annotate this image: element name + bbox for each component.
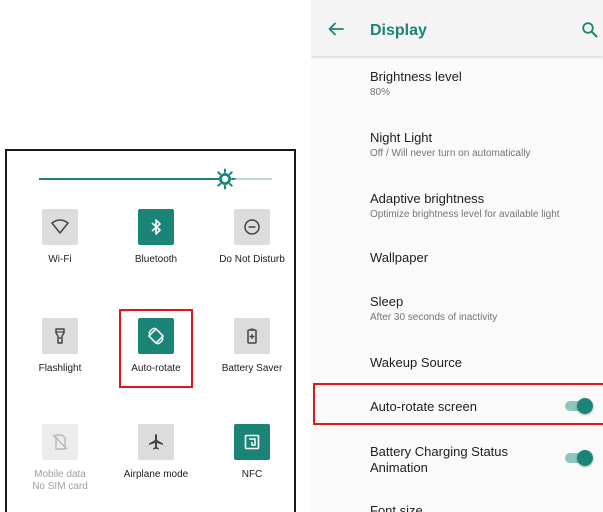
setting-title: Wallpaper — [370, 250, 429, 265]
brightness-track-fill — [39, 178, 226, 180]
bluetooth-icon — [151, 219, 161, 235]
tile-bluetooth-button[interactable] — [138, 209, 174, 245]
setting-font-size[interactable]: Font size — [370, 503, 602, 512]
quick-settings-panel: Wi-Fi Bluetooth Do Not Disturb Flashligh… — [5, 149, 296, 512]
setting-title: Font size — [370, 503, 423, 512]
airplane-icon — [149, 434, 163, 450]
tile-nfc-button[interactable] — [234, 424, 270, 460]
tile-bluetooth-label: Bluetooth — [134, 254, 178, 265]
page-title: Display — [370, 22, 427, 39]
setting-title: Night Light — [370, 130, 433, 145]
brightness-thumb-icon[interactable] — [214, 168, 236, 190]
setting-sleep[interactable]: Sleep After 30 seconds of inactivity — [370, 294, 602, 324]
setting-title: Sleep — [370, 294, 404, 309]
battery-charging-animation-toggle[interactable] — [565, 450, 595, 466]
setting-subtitle: Optimize brightness level for available … — [370, 209, 560, 220]
tile-airplane-mode-button[interactable] — [138, 424, 174, 460]
tile-wifi[interactable]: Wi-Fi — [12, 209, 108, 266]
flashlight-icon — [55, 328, 65, 344]
tile-mobile-data[interactable]: Mobile data No SIM card — [12, 424, 108, 493]
tile-battery-saver[interactable]: Battery Saver — [204, 318, 300, 375]
setting-adaptive-brightness[interactable]: Adaptive brightness Optimize brightness … — [370, 191, 602, 221]
setting-title: Battery Charging Status Animation — [370, 444, 509, 475]
setting-title: Brightness level — [370, 69, 462, 84]
tile-do-not-disturb[interactable]: Do Not Disturb — [204, 209, 300, 266]
battery-saver-icon — [247, 328, 257, 344]
auto-rotate-screen-highlight-box — [313, 383, 603, 425]
search-icon[interactable] — [581, 21, 599, 39]
setting-subtitle: 80% — [370, 87, 391, 98]
tile-mobile-data-button[interactable] — [42, 424, 78, 460]
mobile-data-icon — [52, 434, 68, 450]
setting-title: Adaptive brightness — [370, 191, 485, 206]
setting-subtitle: After 30 seconds of inactivity — [370, 312, 498, 323]
tile-airplane-mode-label: Airplane mode — [123, 469, 189, 480]
do-not-disturb-icon — [244, 219, 260, 235]
setting-subtitle: Off / Will never turn on automatically — [370, 148, 531, 159]
app-bar: Display — [311, 0, 603, 56]
tile-airplane-mode[interactable]: Airplane mode — [108, 424, 204, 481]
setting-title: Wakeup Source — [370, 355, 463, 370]
tile-do-not-disturb-label: Do Not Disturb — [219, 254, 285, 265]
tile-mobile-data-label: Mobile data — [34, 469, 86, 480]
back-arrow-icon[interactable] — [327, 20, 345, 38]
setting-wakeup-source[interactable]: Wakeup Source — [370, 355, 602, 371]
tile-do-not-disturb-button[interactable] — [234, 209, 270, 245]
tile-flashlight-label: Flashlight — [38, 363, 82, 374]
tile-bluetooth[interactable]: Bluetooth — [108, 209, 204, 266]
tile-battery-saver-button[interactable] — [234, 318, 270, 354]
nfc-icon — [244, 434, 260, 450]
setting-night-light[interactable]: Night Light Off / Will never turn on aut… — [370, 130, 602, 160]
tile-flashlight-button[interactable] — [42, 318, 78, 354]
tile-nfc-label: NFC — [241, 469, 263, 480]
tile-nfc[interactable]: NFC — [204, 424, 300, 481]
auto-rotate-highlight-box — [119, 309, 193, 388]
tile-wifi-label: Wi-Fi — [48, 254, 72, 265]
display-settings-screen: Display Brightness level 80% Night Light… — [311, 0, 603, 512]
tile-mobile-data-sublabel: No SIM card — [32, 481, 88, 492]
tile-wifi-button[interactable] — [42, 209, 78, 245]
setting-battery-charging-animation[interactable]: Battery Charging Status Animation — [370, 444, 540, 476]
brightness-slider[interactable] — [39, 168, 272, 190]
setting-wallpaper[interactable]: Wallpaper — [370, 250, 602, 266]
toggle-thumb — [577, 450, 593, 466]
setting-brightness-level[interactable]: Brightness level 80% — [370, 69, 602, 99]
tile-battery-saver-label: Battery Saver — [221, 363, 283, 374]
tile-flashlight[interactable]: Flashlight — [12, 318, 108, 375]
wifi-icon — [51, 219, 69, 234]
